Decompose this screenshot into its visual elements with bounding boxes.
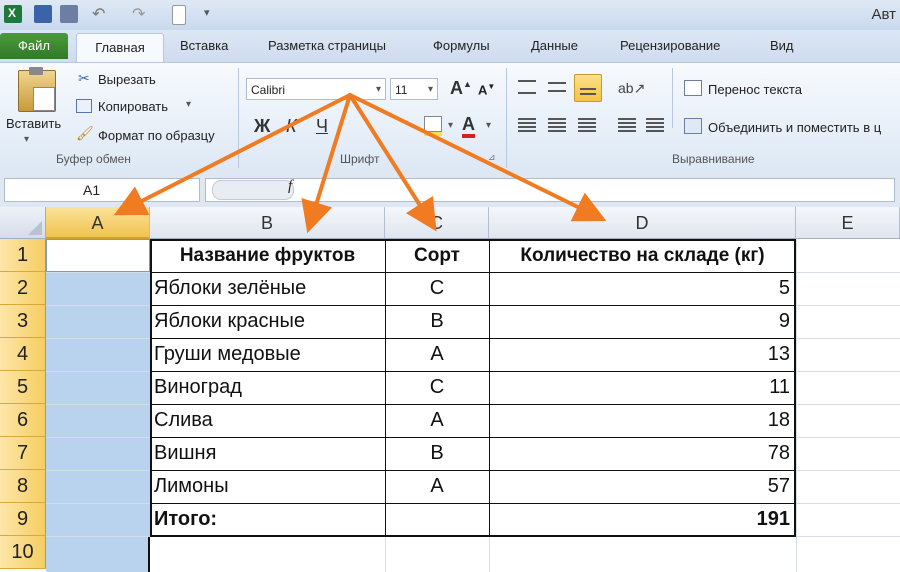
arrow-to-column-a: [113, 93, 352, 216]
annotation-arrows: [113, 93, 607, 234]
